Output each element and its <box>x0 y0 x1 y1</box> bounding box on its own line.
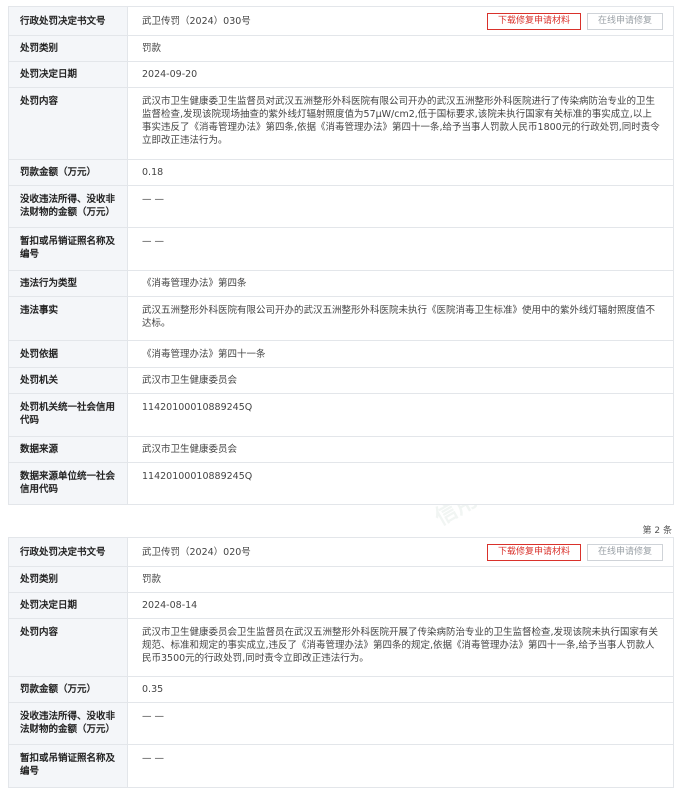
field-label: 数据来源单位统一社会信用代码 <box>9 463 128 504</box>
field-label: 暂扣或吊销证照名称及编号 <box>9 745 128 787</box>
download-repair-materials-button[interactable]: 下载修复申请材料 <box>486 13 581 30</box>
field-label: 处罚内容 <box>9 619 128 676</box>
field-label: 违法行为类型 <box>9 271 128 296</box>
content-value: 武汉市卫生健康委卫生监督员对武汉五洲整形外科医院有限公司开办的武汉五洲整形外科医… <box>142 96 660 146</box>
violation-type-value: 《消毒管理办法》第四条 <box>142 278 247 289</box>
field-label: 处罚依据 <box>9 341 128 367</box>
row-content: 处罚内容 武汉市卫生健康委卫生监督员对武汉五洲整形外科医院有限公司开办的武汉五洲… <box>9 88 673 160</box>
row-violation-type: 违法行为类型 《消毒管理办法》第四条 <box>9 271 673 297</box>
row-source: 数据来源 武汉市卫生健康委员会 <box>9 437 673 463</box>
record-count: 第 2 条 <box>642 526 672 536</box>
facts-value: 武汉五洲整形外科医院有限公司开办的武汉五洲整形外科医院未执行《医院消毒卫生标准》… <box>142 305 656 329</box>
penalty-record: 行政处罚决定书文号 武卫传罚（2024）030号 下载修复申请材料 在线申请修复… <box>8 6 674 505</box>
row-date: 处罚决定日期 2024-08-14 <box>9 593 673 619</box>
authority-value: 武汉市卫生健康委员会 <box>142 375 238 386</box>
row-category: 处罚类别 罚款 <box>9 567 673 593</box>
row-doc-number: 行政处罚决定书文号 武卫传罚（2024）030号 下载修复申请材料 在线申请修复 <box>9 7 673 36</box>
field-label: 罚款金额（万元） <box>9 677 128 702</box>
field-label: 处罚决定日期 <box>9 593 128 618</box>
field-label: 行政处罚决定书文号 <box>9 7 128 35</box>
field-label: 处罚机关统一社会信用代码 <box>9 394 128 436</box>
content-value: 武汉市卫生健康委员会卫生监督员在武汉五洲整形外科医院开展了传染病防治专业的卫生监… <box>142 627 659 664</box>
field-label: 违法事实 <box>9 297 128 340</box>
download-repair-materials-button[interactable]: 下载修复申请材料 <box>486 544 581 561</box>
row-license: 暂扣或吊销证照名称及编号 — — <box>9 228 673 271</box>
row-content: 处罚内容 武汉市卫生健康委员会卫生监督员在武汉五洲整形外科医院开展了传染病防治专… <box>9 619 673 677</box>
field-label: 数据来源 <box>9 437 128 462</box>
field-label: 暂扣或吊销证照名称及编号 <box>9 228 128 270</box>
online-repair-button[interactable]: 在线申请修复 <box>586 544 663 561</box>
field-label: 处罚类别 <box>9 36 128 61</box>
license-value: — — <box>142 753 165 764</box>
row-basis: 处罚依据 《消毒管理办法》第四十一条 <box>9 341 673 368</box>
field-label: 没收违法所得、没收非法财物的金额（万元） <box>9 186 128 227</box>
row-license: 暂扣或吊销证照名称及编号 — — <box>9 745 673 787</box>
row-category: 处罚类别 罚款 <box>9 36 673 62</box>
confiscation-value: — — <box>142 194 165 205</box>
row-amount: 罚款金额（万元） 0.18 <box>9 160 673 186</box>
field-label: 处罚内容 <box>9 88 128 159</box>
penalty-record: 行政处罚决定书文号 武卫传罚（2024）020号 下载修复申请材料 在线申请修复… <box>8 537 674 788</box>
basis-value: 《消毒管理办法》第四十一条 <box>142 348 266 360</box>
field-label: 行政处罚决定书文号 <box>9 538 128 566</box>
field-label: 没收违法所得、没收非法财物的金额（万元） <box>9 703 128 744</box>
amount-value: 0.18 <box>142 167 164 178</box>
row-authority-code: 处罚机关统一社会信用代码 11420100010889245Q <box>9 394 673 437</box>
page: 信用中国 信用中国 信用中国 信用中国 信用中国 信用中国 行政处罚决定书文号 … <box>0 0 692 788</box>
row-date: 处罚决定日期 2024-09-20 <box>9 62 673 88</box>
field-label: 处罚决定日期 <box>9 62 128 87</box>
row-facts: 违法事实 武汉五洲整形外科医院有限公司开办的武汉五洲整形外科医院未执行《医院消毒… <box>9 297 673 341</box>
source-value: 武汉市卫生健康委员会 <box>142 444 238 455</box>
category-value: 罚款 <box>142 43 162 54</box>
row-amount: 罚款金额（万元） 0.35 <box>9 677 673 703</box>
amount-value: 0.35 <box>142 684 164 695</box>
date-value: 2024-09-20 <box>142 69 198 80</box>
field-label: 处罚机关 <box>9 368 128 393</box>
confiscation-value: — — <box>142 711 165 722</box>
row-confiscation: 没收违法所得、没收非法财物的金额（万元） — — <box>9 703 673 745</box>
field-label: 处罚类别 <box>9 567 128 592</box>
field-label: 罚款金额（万元） <box>9 160 128 185</box>
online-repair-button[interactable]: 在线申请修复 <box>586 13 663 30</box>
date-value: 2024-08-14 <box>142 600 198 611</box>
row-confiscation: 没收违法所得、没收非法财物的金额（万元） — — <box>9 186 673 228</box>
category-value: 罚款 <box>142 574 162 585</box>
authority-code-value: 11420100010889245Q <box>142 402 253 413</box>
row-doc-number: 行政处罚决定书文号 武卫传罚（2024）020号 下载修复申请材料 在线申请修复 <box>9 538 673 567</box>
source-code-value: 11420100010889245Q <box>142 471 253 482</box>
row-authority: 处罚机关 武汉市卫生健康委员会 <box>9 368 673 394</box>
row-source-code: 数据来源单位统一社会信用代码 11420100010889245Q <box>9 463 673 504</box>
license-value: — — <box>142 236 165 247</box>
